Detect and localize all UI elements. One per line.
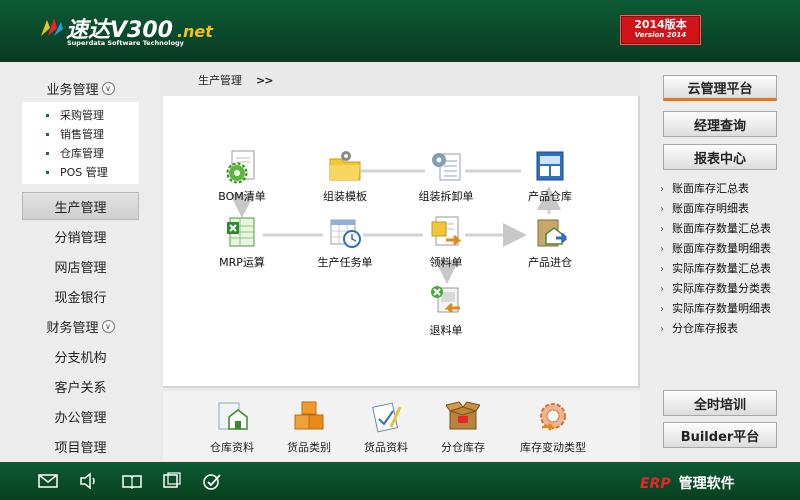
report-link[interactable]: › 实际库存数量分类表 (660, 279, 771, 299)
chevron-right-icon: › (660, 244, 664, 255)
nav-branches[interactable]: 分支机构 (22, 342, 139, 370)
flow-node-assembly-template[interactable]: 组装模板 (300, 148, 390, 204)
breadcrumb-label: 生产管理 (198, 74, 242, 87)
left-sidebar: 业务管理 ∨ 采购管理 销售管理 仓库管理 POS 管理 生产管理 分销管理 网… (0, 62, 160, 462)
bottom-stock-change-type[interactable]: 库存变动类型 (513, 399, 593, 455)
submenu-item-sales[interactable]: 销售管理 (22, 125, 139, 144)
app-header: 速达V300 .net Superdata Software Technology… (0, 0, 800, 60)
flow-node-mrp[interactable]: MRP运算 (197, 214, 287, 270)
production-flow-panel: BOM清单 组装模板 组装拆卸单 产品仓库 MRP运算 生产任务单 领料单 产品… (163, 96, 640, 388)
version-sublabel: Version 2014 (634, 31, 687, 39)
chevron-right-icon: › (660, 264, 664, 275)
chevron-right-icon: › (660, 204, 664, 215)
version-label: 2014版本 (634, 18, 687, 31)
logo-subtitle: Superdata Software Technology (67, 39, 184, 47)
window-icon[interactable] (162, 472, 182, 490)
erp-label: ERP (640, 476, 671, 492)
bottom-warehouse-info[interactable]: 仓库资料 (195, 399, 269, 455)
check-icon[interactable] (202, 472, 222, 490)
nav-office[interactable]: 办公管理 (22, 402, 139, 430)
chevron-down-icon[interactable]: ∨ (101, 319, 115, 333)
nav-business-label: 业务管理 (46, 82, 99, 98)
breadcrumb-arrows: >> (256, 74, 273, 87)
gear-arrows-icon (536, 399, 570, 433)
nav-production[interactable]: 生产管理 (22, 192, 139, 220)
report-link[interactable]: › 账面库存汇总表 (660, 179, 749, 199)
report-link[interactable]: › 实际库存数量汇总表 (660, 259, 771, 279)
bottom-goods-category[interactable]: 货品类别 (272, 399, 346, 455)
chevron-right-icon: › (660, 304, 664, 315)
clipboard-pencil-icon (369, 399, 403, 433)
report-link[interactable]: › 账面库存数量汇总表 (660, 219, 771, 239)
chevron-down-icon[interactable]: ∨ (101, 81, 115, 95)
version-badge: 2014版本 Version 2014 (620, 15, 701, 45)
flow-node-production-task[interactable]: 生产任务单 (300, 214, 390, 270)
spreadsheet-icon (224, 214, 260, 250)
submenu-item-warehouse[interactable]: 仓库管理 (22, 144, 139, 163)
chevron-right-icon: › (660, 184, 664, 195)
nav-finance[interactable]: 财务管理 ∨ (22, 312, 139, 340)
nav-finance-label: 财务管理 (46, 320, 99, 336)
right-sidebar: 云管理平台 经理查询 报表中心 › 账面库存汇总表 › 账面库存明细表 › 账面库存数… (640, 62, 800, 462)
flow-node-assembly-disassembly[interactable]: 组装拆卸单 (401, 148, 491, 204)
nav-online-store[interactable]: 网店管理 (22, 252, 139, 280)
bottom-branch-stock[interactable]: 分仓库存 (426, 399, 500, 455)
bullet-icon (46, 152, 49, 155)
flow-node-bom[interactable]: BOM清单 (197, 148, 287, 204)
return-document-icon (428, 282, 464, 318)
basic-data-panel: 仓库资料 货品类别 货品资料 分仓库存 库存变动类型 (163, 391, 640, 461)
report-link[interactable]: › 分仓库存报表 (660, 319, 738, 339)
open-box-icon (445, 399, 481, 433)
submenu-item-pos[interactable]: POS 管理 (22, 163, 139, 182)
chevron-right-icon: › (660, 224, 664, 235)
bullet-icon (46, 114, 49, 117)
gear-list-icon (428, 148, 464, 184)
report-center-button[interactable]: 报表中心 (663, 144, 777, 170)
erp-brand: ERP 管理软件 (640, 473, 735, 493)
chevron-right-icon: › (660, 324, 664, 335)
mail-icon[interactable] (38, 472, 58, 490)
calendar-clock-icon (327, 214, 363, 250)
training-button[interactable]: 全时培训 (663, 390, 777, 416)
nav-crm[interactable]: 客户关系 (22, 372, 139, 400)
bottom-goods-info[interactable]: 货品资料 (349, 399, 423, 455)
report-link[interactable]: › 账面库存数量明细表 (660, 239, 771, 259)
report-link[interactable]: › 账面库存明细表 (660, 199, 749, 219)
submenu-item-purchase[interactable]: 采购管理 (22, 106, 139, 125)
nav-distribution[interactable]: 分销管理 (22, 222, 139, 250)
speaker-icon[interactable] (79, 472, 99, 490)
report-link[interactable]: › 实际库存数量明细表 (660, 299, 771, 319)
flow-node-material-requisition[interactable]: 领料单 (401, 214, 491, 270)
breadcrumb: 生产管理 >> (198, 72, 273, 88)
boxes-icon (292, 399, 326, 433)
cloud-platform-button[interactable]: 云管理平台 (663, 75, 777, 101)
gear-document-icon (224, 148, 260, 184)
manager-query-button[interactable]: 经理查询 (663, 111, 777, 137)
flow-node-product-warehouse[interactable]: 产品仓库 (505, 148, 595, 204)
erp-product-label: 管理软件 (678, 476, 735, 492)
bullet-icon (46, 171, 49, 174)
nav-cash-bank[interactable]: 现金银行 (22, 282, 139, 310)
business-submenu: 采购管理 销售管理 仓库管理 POS 管理 (22, 102, 139, 184)
chevron-right-icon: › (660, 284, 664, 295)
house-arrow-icon (532, 214, 568, 250)
nav-business-management[interactable]: 业务管理 ∨ (22, 74, 139, 102)
flow-node-material-return[interactable]: 退料单 (401, 282, 491, 338)
document-arrow-icon (428, 214, 464, 250)
warehouse-house-icon (215, 399, 249, 433)
flow-node-product-inbound[interactable]: 产品进仓 (505, 214, 595, 270)
builder-platform-button[interactable]: Builder平台 (663, 422, 777, 448)
folder-gear-icon (327, 148, 363, 184)
book-icon[interactable] (122, 472, 142, 490)
app-logo: 速达V300 .net Superdata Software Technology (38, 10, 228, 50)
window-grid-icon (532, 148, 568, 184)
footer-bar: ERP 管理软件 (0, 462, 800, 500)
bullet-icon (46, 133, 49, 136)
logo-mark-icon (41, 18, 63, 36)
nav-project[interactable]: 项目管理 (22, 432, 139, 460)
